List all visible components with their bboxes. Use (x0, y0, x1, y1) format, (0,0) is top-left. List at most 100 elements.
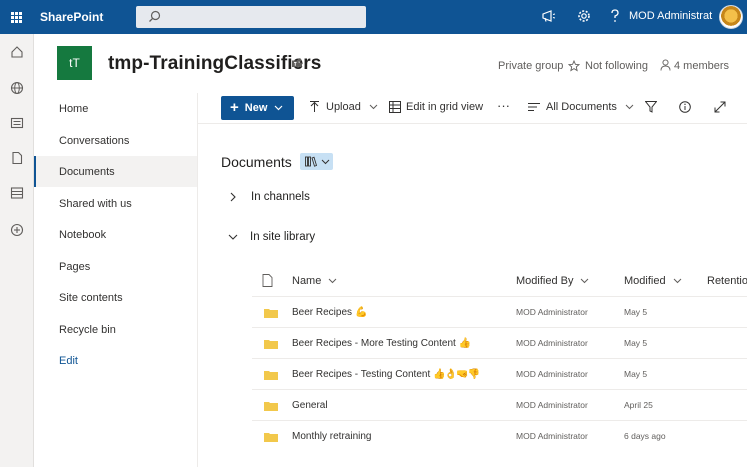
view-lines-icon (528, 103, 540, 111)
follow-button[interactable]: Not following (585, 60, 648, 72)
table-row[interactable]: General MOD Administrator April 25 (252, 389, 747, 420)
library-title: Documents (221, 154, 292, 170)
brand-name[interactable]: SharePoint (40, 10, 103, 24)
user-avatar[interactable] (719, 5, 743, 29)
lists-icon[interactable] (10, 186, 24, 200)
file-name-link[interactable]: Monthly retraining (292, 431, 374, 442)
filter-icon[interactable] (645, 101, 657, 113)
new-button-label: New (244, 102, 268, 114)
table-row[interactable]: Beer Recipes 💪 MOD Administrator May 5 (252, 296, 747, 327)
file-name-link[interactable]: Beer Recipes 💪 (292, 307, 368, 318)
chevron-down-icon (625, 104, 634, 110)
home-icon[interactable] (10, 45, 24, 59)
folder-icon (264, 433, 278, 442)
chevron-down-icon (581, 278, 589, 284)
upload-button[interactable]: Upload (309, 101, 378, 113)
new-button[interactable]: + New (221, 96, 294, 120)
table-row[interactable]: Monthly retraining MOD Administrator 6 d… (252, 420, 747, 451)
chevron-down-icon (369, 104, 378, 110)
star-icon[interactable] (568, 60, 580, 72)
suite-bar: SharePoint MOD Administrat (0, 0, 747, 34)
column-name-label: Name (292, 275, 322, 287)
file-name-link[interactable]: Beer Recipes - More Testing Content 👍 (292, 338, 471, 349)
more-actions-button[interactable]: ··· (497, 98, 510, 113)
view-label: All Documents (546, 101, 617, 113)
person-icon (660, 59, 671, 71)
teams-icon[interactable] (291, 57, 303, 69)
privacy-label: Private group (498, 60, 564, 72)
upload-label: Upload (326, 101, 361, 113)
view-selector[interactable]: All Documents (528, 101, 634, 113)
site-logo[interactable]: tT (57, 46, 92, 80)
emoji-reaction: 💪 (355, 307, 367, 318)
nav-item-shared-with-us[interactable]: Shared with us (34, 188, 197, 219)
command-bar: + New Upload Edit in grid view ··· All D… (198, 93, 747, 124)
column-header-name[interactable]: Name (292, 275, 337, 287)
modified-cell: April 25 (624, 400, 653, 410)
create-icon[interactable] (10, 223, 24, 237)
modified-by-cell: MOD Administrator (516, 338, 588, 348)
chevron-down-icon (228, 234, 238, 240)
section-in-channels[interactable]: In channels (221, 191, 310, 203)
column-header-modified[interactable]: Modified (624, 275, 682, 287)
megaphone-icon[interactable] (541, 8, 557, 24)
column-header-retention[interactable]: Retentio (707, 275, 747, 287)
document-icon[interactable] (10, 151, 24, 165)
chevron-right-icon (230, 192, 236, 202)
chevron-down-icon (321, 159, 330, 165)
nav-item-site-contents[interactable]: Site contents (34, 282, 197, 313)
nav-item-recycle-bin[interactable]: Recycle bin (34, 314, 197, 345)
grid-icon (389, 101, 401, 113)
nav-item-home[interactable]: Home (34, 93, 197, 124)
info-icon[interactable] (679, 101, 691, 113)
grid-view-label: Edit in grid view (406, 101, 484, 113)
modified-by-cell: MOD Administrator (516, 307, 588, 317)
folder-icon (264, 309, 278, 318)
edit-grid-view-button[interactable]: Edit in grid view (389, 101, 483, 113)
column-header-modified-by[interactable]: Modified By (516, 275, 589, 287)
folder-icon (264, 371, 278, 380)
chevron-down-icon (274, 105, 283, 111)
nav-item-documents[interactable]: Documents (34, 156, 197, 187)
section-in-site-library[interactable]: In site library (221, 231, 315, 243)
globe-icon[interactable] (10, 81, 24, 95)
search-icon (149, 10, 161, 22)
library-view-switcher[interactable] (300, 153, 333, 170)
chevron-down-icon (673, 278, 681, 284)
members-button[interactable]: 4 members (674, 60, 729, 72)
upload-icon (310, 101, 319, 112)
modified-cell: May 5 (624, 369, 648, 379)
search-input[interactable] (136, 6, 366, 28)
modified-cell: May 5 (624, 307, 648, 317)
folder-icon (264, 402, 278, 411)
expand-icon[interactable] (714, 101, 726, 113)
table-row[interactable]: Beer Recipes - Testing Content 👍👌🤜👎 MOD A… (252, 358, 747, 389)
nav-item-conversations[interactable]: Conversations (34, 125, 197, 156)
modified-by-cell: MOD Administrator (516, 400, 588, 410)
user-name[interactable]: MOD Administrat (629, 10, 712, 22)
nav-edit-link[interactable]: Edit (34, 345, 197, 376)
section-in-site-library-label: In site library (250, 231, 316, 243)
app-launcher-icon[interactable] (0, 0, 33, 34)
file-name-link[interactable]: General (292, 400, 331, 411)
modified-cell: 6 days ago (624, 431, 666, 441)
nav-item-pages[interactable]: Pages (34, 251, 197, 282)
file-name-link[interactable]: Beer Recipes - Testing Content 👍👌🤜👎 (292, 369, 480, 380)
column-modified-by-label: Modified By (516, 275, 574, 287)
library-icon (305, 156, 317, 167)
folder-icon (264, 340, 278, 349)
site-title[interactable]: tmp-TrainingClassifiers (108, 53, 321, 75)
table-row[interactable]: Beer Recipes - More Testing Content 👍 MOD… (252, 327, 747, 358)
file-type-icon[interactable] (262, 274, 273, 287)
help-icon[interactable] (608, 8, 622, 24)
emoji-reaction: 👍👌🤜👎 (433, 369, 480, 380)
nav-item-notebook[interactable]: Notebook (34, 219, 197, 250)
app-bar (0, 34, 34, 467)
gear-icon[interactable] (576, 8, 592, 24)
column-modified-label: Modified (624, 275, 666, 287)
left-navigation: Home Conversations Documents Shared with… (34, 93, 198, 467)
news-icon[interactable] (10, 116, 24, 130)
modified-by-cell: MOD Administrator (516, 369, 588, 379)
section-in-channels-label: In channels (251, 191, 310, 203)
emoji-reaction: 👍 (458, 338, 471, 349)
